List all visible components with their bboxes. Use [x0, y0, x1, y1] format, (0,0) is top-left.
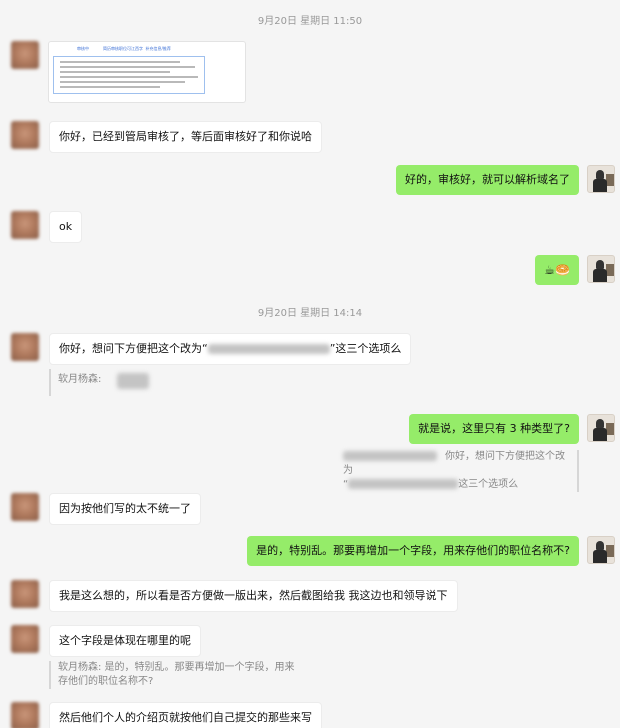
redacted-text: [207, 344, 330, 354]
my-avatar[interactable]: [587, 536, 615, 564]
message-bubble[interactable]: 就是说，这里只有 3 种类型了?: [409, 414, 579, 444]
message-bubble[interactable]: ok: [49, 211, 83, 243]
image-message[interactable]: 审核中 简历审核职位可江西字 补充信息/推荐: [48, 41, 246, 103]
my-avatar[interactable]: [587, 255, 615, 283]
image-tabs: 审核中 简历审核职位可江西字 补充信息/推荐: [77, 46, 171, 51]
message-bubble[interactable]: 你好，想问下方便把这个改为“ ”这三个选项么: [49, 333, 412, 365]
contact-avatar[interactable]: [11, 121, 39, 149]
redacted-image: [116, 373, 149, 389]
quoted-message[interactable]: 软月杨森: 是的，特别乱。那要再增加一个字段，用来 存他们的职位名称不?: [49, 661, 295, 689]
quote-line: 你好，想问下方便把这个改为: [343, 451, 565, 476]
contact-avatar[interactable]: [11, 41, 39, 69]
message-bubble[interactable]: 然后他们个人的介绍页就按他们自己提交的那些来写: [49, 702, 322, 728]
contact-avatar[interactable]: [11, 580, 39, 608]
my-avatar[interactable]: [587, 165, 615, 193]
quoted-message[interactable]: 软月杨森:: [49, 369, 149, 396]
contact-avatar[interactable]: [11, 333, 39, 361]
image-content-frame: [53, 56, 205, 94]
my-avatar[interactable]: [587, 414, 615, 442]
contact-avatar[interactable]: [11, 211, 39, 239]
timestamp: 9月20日 星期日 11:50: [257, 16, 363, 27]
quoted-message[interactable]: 你好，想问下方便把这个改为 “这三个选项么: [343, 450, 579, 492]
quote-line: “这三个选项么: [343, 479, 519, 490]
contact-avatar[interactable]: [11, 702, 39, 728]
message-bubble[interactable]: 是的，特别乱。那要再增加一个字段，用来存他们的职位名称不?: [247, 536, 579, 566]
redacted-text: [348, 479, 459, 489]
contact-avatar[interactable]: [11, 493, 39, 521]
timestamp: 9月20日 星期日 14:14: [257, 308, 363, 319]
message-bubble[interactable]: 你好，已经到管局审核了，等后面审核好了和你说哈: [49, 121, 322, 153]
message-bubble[interactable]: 好的，审核好，就可以解析域名了: [396, 165, 579, 195]
message-bubble[interactable]: 这个字段是体现在哪里的呢: [49, 625, 201, 657]
redacted-text: [343, 451, 437, 461]
emoji-message[interactable]: ☕🥯: [535, 255, 579, 285]
contact-avatar[interactable]: [11, 625, 39, 653]
message-bubble[interactable]: 我是这么想的，所以看是否方便做一版出来，然后截图给我 我这边也和领导说下: [49, 580, 458, 612]
message-bubble[interactable]: 因为按他们写的太不统一了: [49, 493, 201, 525]
